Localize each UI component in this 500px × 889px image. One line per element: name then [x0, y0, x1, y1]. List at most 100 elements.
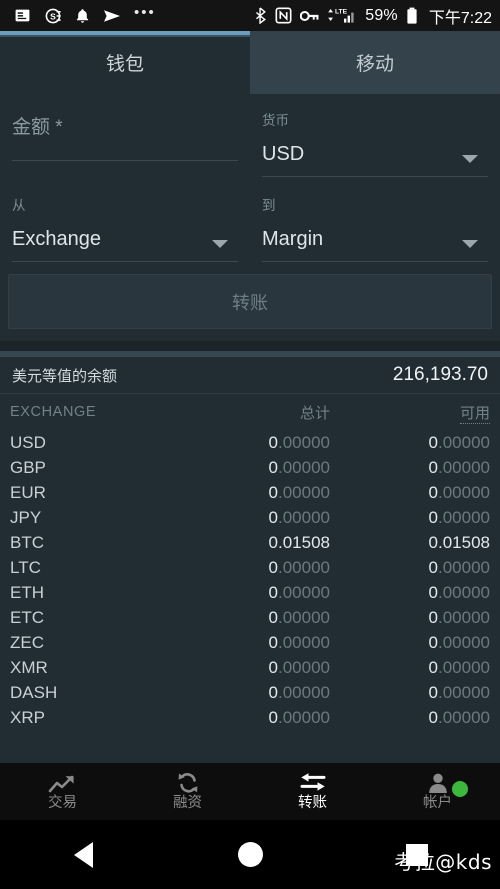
nav-item-transfer[interactable]: 转账	[250, 772, 375, 811]
more-dots-icon: •••	[134, 4, 156, 21]
bottom-navigation: 交易 融资 转账 帐户	[0, 763, 500, 820]
tab-wallet-label: 钱包	[105, 54, 144, 75]
currency-label: 货币	[262, 113, 289, 128]
table-row[interactable]: EUR 0.00000 0.00000	[0, 480, 500, 505]
row-available: 0.00000	[428, 607, 490, 627]
home-button[interactable]	[167, 842, 334, 867]
row-total: 0.01508	[268, 532, 330, 552]
row-available: 0.00000	[428, 432, 490, 452]
tab-move[interactable]: 移动	[250, 31, 500, 94]
system-navigation-bar: 考拉@kds	[0, 820, 500, 889]
send-icon	[103, 9, 121, 23]
to-underline	[262, 261, 488, 262]
row-total: 0.00000	[268, 432, 330, 452]
amount-underline	[12, 160, 238, 161]
row-total: 0.00000	[268, 507, 330, 527]
row-available: 0.00000	[428, 482, 490, 502]
transfer-submit-button[interactable]: 转账	[8, 274, 492, 329]
table-row[interactable]: USD 0.00000 0.00000	[0, 430, 500, 455]
from-field[interactable]: 从 Exchange	[0, 193, 250, 262]
currency-underline	[262, 176, 488, 177]
nav-item-account[interactable]: 帐户	[375, 772, 500, 811]
back-button[interactable]	[0, 841, 167, 868]
row-total: 0.00000	[268, 582, 330, 602]
row-available: 0.00000	[428, 707, 490, 727]
app-root: S ••• LTE 59% 下午7:22 钱包 移动 金额 * 货币 USD 从…	[0, 0, 500, 889]
table-row[interactable]: ETH 0.00000 0.00000	[0, 580, 500, 605]
balance-label: 美元等值的余额	[12, 367, 118, 385]
tab-wallet[interactable]: 钱包	[0, 31, 250, 94]
to-field[interactable]: 到 Margin	[250, 193, 500, 262]
row-total: 0.00000	[268, 557, 330, 577]
nav-item-transfer-label: 转账	[298, 795, 327, 811]
balance-row: 美元等值的余额 216,193.70	[0, 357, 500, 393]
table-row[interactable]: ZEC 0.00000 0.00000	[0, 630, 500, 655]
from-label: 从	[12, 198, 26, 213]
bluetooth-icon	[255, 7, 267, 24]
row-currency: ETC	[10, 607, 44, 627]
transfer-form: 金额 * 货币 USD 从 Exchange 到 Margin 转账	[0, 94, 500, 329]
chevron-down-icon[interactable]	[212, 240, 228, 248]
amount-placeholder-label: 金额 *	[12, 117, 63, 138]
currency-field[interactable]: 货币 USD	[250, 108, 500, 177]
table-row[interactable]: ETC 0.00000 0.00000	[0, 605, 500, 630]
transfer-button-wrap: 转账	[0, 262, 500, 329]
row-available: 0.00000	[428, 682, 490, 702]
nav-item-trade-label: 交易	[48, 795, 77, 811]
row-currency: XRP	[10, 707, 45, 727]
clock-label: 下午7:22	[428, 9, 492, 27]
news-icon	[14, 7, 31, 24]
back-triangle-icon	[73, 841, 93, 868]
lte-signal-icon: LTE	[327, 7, 357, 25]
form-row-from-to: 从 Exchange 到 Margin	[0, 193, 500, 262]
table-row[interactable]: XRP 0.00000 0.00000	[0, 705, 500, 730]
row-available: 0.00000	[428, 557, 490, 577]
chevron-down-icon[interactable]	[462, 240, 478, 248]
tab-bar: 钱包 移动	[0, 31, 500, 94]
table-row[interactable]: JPY 0.00000 0.00000	[0, 505, 500, 530]
balance-value: 216,193.70	[392, 364, 488, 385]
row-currency: ZEC	[10, 632, 44, 652]
form-row-amount-currency: 金额 * 货币 USD	[0, 108, 500, 177]
status-bar-left-icons: S •••	[14, 4, 156, 25]
from-value: Exchange	[12, 228, 101, 250]
status-bar: S ••• LTE 59% 下午7:22	[0, 0, 500, 31]
battery-percent-label: 59%	[365, 6, 398, 24]
nav-item-funding-label: 融资	[173, 795, 202, 811]
nav-item-trade[interactable]: 交易	[0, 772, 125, 811]
table-row[interactable]: XMR 0.00000 0.00000	[0, 655, 500, 680]
svg-text:LTE: LTE	[335, 8, 348, 15]
table-row[interactable]: GBP 0.00000 0.00000	[0, 455, 500, 480]
row-currency: XMR	[10, 657, 48, 677]
row-total: 0.00000	[268, 607, 330, 627]
row-total: 0.00000	[268, 707, 330, 727]
s-badge-icon: S	[44, 7, 62, 25]
table-row[interactable]: LTC 0.00000 0.00000	[0, 555, 500, 580]
from-underline	[12, 261, 238, 262]
row-available: 0.00000	[428, 632, 490, 652]
transfer-arrows-icon	[297, 772, 329, 794]
row-currency: GBP	[10, 457, 46, 477]
row-total: 0.00000	[268, 632, 330, 652]
row-currency: JPY	[10, 507, 42, 527]
nav-item-account-label: 帐户	[423, 795, 452, 811]
row-available: 0.00000	[428, 457, 490, 477]
table-row[interactable]: DASH 0.00000 0.00000	[0, 680, 500, 705]
row-total: 0.00000	[268, 457, 330, 477]
row-available: 0.00000	[428, 657, 490, 677]
bell-icon	[75, 8, 90, 24]
column-header-available[interactable]: 可用	[330, 402, 490, 424]
row-currency: LTC	[10, 557, 41, 577]
column-header-total[interactable]: 总计	[180, 402, 330, 423]
row-currency: BTC	[10, 532, 44, 552]
table-row[interactable]: BTC 0.01508 0.01508	[0, 530, 500, 555]
row-available: 0.00000	[428, 507, 490, 527]
nfc-icon	[275, 7, 292, 24]
column-header-available-label: 可用	[459, 404, 490, 424]
chevron-down-icon[interactable]	[462, 155, 478, 163]
amount-field[interactable]: 金额 *	[0, 108, 250, 177]
row-total: 0.00000	[268, 657, 330, 677]
nav-item-funding[interactable]: 融资	[125, 772, 250, 811]
wallet-table-header: EXCHANGE 总计 可用	[0, 394, 500, 430]
person-icon	[427, 772, 449, 794]
